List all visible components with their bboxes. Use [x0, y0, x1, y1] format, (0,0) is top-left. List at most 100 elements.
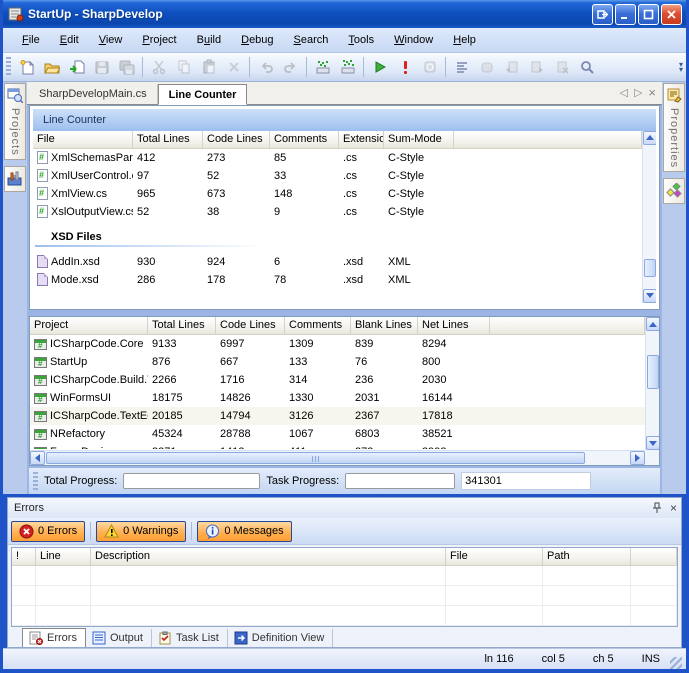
table-row[interactable]: ICSharpCode.TextEditor201851479431262367… [30, 407, 645, 425]
scroll-thumb[interactable] [647, 355, 659, 389]
menu-edit[interactable]: Edit [51, 31, 88, 49]
row-value-cell: 930 [133, 256, 203, 268]
scroll-right-icon[interactable] [630, 451, 645, 465]
menu-build[interactable]: Build [188, 31, 230, 49]
new-file-button[interactable] [14, 55, 39, 79]
row-value-cell: 800 [418, 356, 490, 368]
menu-window[interactable]: Window [385, 31, 442, 49]
column-header-code-lines[interactable]: Code Lines [216, 317, 285, 335]
table-row[interactable]: XmlSchemasPanel.cs41227385.csC-Style [33, 149, 642, 167]
project-icon [34, 375, 47, 386]
xsd-file-icon [37, 255, 48, 268]
row-value-cell: 9 [270, 206, 339, 218]
menu-tools[interactable]: Tools [339, 31, 383, 49]
scroll-thumb[interactable] [644, 259, 656, 277]
open-project-button[interactable] [64, 55, 89, 79]
filter-0-messages-button[interactable]: 0 Messages [197, 521, 291, 542]
total-progress-bar [123, 473, 260, 489]
line-counter-header: Line Counter [33, 109, 656, 131]
menu-help[interactable]: Help [444, 31, 485, 49]
menu-project[interactable]: Project [133, 31, 185, 49]
grip-handle[interactable] [33, 472, 38, 490]
bottom-tab-output[interactable]: Output [86, 629, 152, 647]
scroll-up-icon[interactable] [646, 317, 660, 331]
defview-tab-icon [234, 631, 248, 645]
tab-close-icon[interactable]: × [648, 85, 656, 100]
undock-button[interactable] [592, 4, 613, 25]
build-button[interactable] [310, 55, 335, 79]
sidebar-tab-properties[interactable]: Properties [663, 83, 685, 172]
toolbar-overflow-button[interactable]: ▾▾ [676, 55, 686, 79]
row-value-cell: 1067 [285, 428, 351, 440]
column-header-line[interactable]: Line [36, 548, 91, 566]
projects-hscrollbar[interactable] [30, 450, 645, 465]
column-header-total-lines[interactable]: Total Lines [133, 131, 203, 149]
menu-search[interactable]: Search [285, 31, 338, 49]
sidebar-tab-projects[interactable]: Projects [4, 83, 26, 160]
table-row[interactable]: XmlUserControl.cs975233.csC-Style [33, 167, 642, 185]
column-header-description[interactable]: Description [91, 548, 446, 566]
bottom-tab-definition-view[interactable]: Definition View [228, 629, 334, 647]
column-header-blank-lines[interactable]: Blank Lines [351, 317, 418, 335]
sidebar-tab-classes[interactable] [663, 178, 685, 204]
scroll-down-icon[interactable] [646, 436, 660, 450]
scroll-down-icon[interactable] [643, 289, 656, 303]
sidebar-tab-tools[interactable] [4, 166, 26, 192]
build-all-button[interactable] [335, 55, 360, 79]
column-header-comments[interactable]: Comments [270, 131, 339, 149]
cut-button [146, 55, 171, 79]
toolbar-grip[interactable] [6, 57, 11, 77]
column-header-comments[interactable]: Comments [285, 317, 351, 335]
title-bar[interactable]: StartUp - SharpDevelop [3, 0, 686, 28]
close-button[interactable] [661, 4, 682, 25]
close-panel-icon[interactable]: × [670, 501, 677, 515]
table-row[interactable]: NRefactory45324287881067680338521 [30, 425, 645, 443]
open-file-button[interactable] [39, 55, 64, 79]
bottom-tab-task-list[interactable]: Task List [152, 629, 228, 647]
projects-scrollbar[interactable] [645, 317, 659, 450]
minimize-button[interactable] [615, 4, 636, 25]
column-header-extension[interactable]: Extension [339, 131, 384, 149]
bottom-tab-errors[interactable]: Errors [22, 628, 86, 647]
table-row[interactable]: FormsDesigner337114134113732998 [30, 443, 645, 449]
run-button[interactable] [367, 55, 392, 79]
column-header-path[interactable]: Path [543, 548, 631, 566]
column-header-file[interactable]: File [33, 131, 133, 149]
row-label-cell: XmlView.cs [33, 187, 133, 200]
tab-line-counter[interactable]: Line Counter [158, 84, 248, 105]
menu-file[interactable]: File [13, 31, 49, 49]
column-header-[interactable]: ! [12, 548, 36, 566]
maximize-button[interactable] [638, 4, 659, 25]
empty-cell [446, 566, 543, 586]
table-row[interactable]: AddIn.xsd9309246.xsdXML [33, 253, 642, 271]
scroll-left-icon[interactable] [30, 451, 45, 465]
menu-view[interactable]: View [90, 31, 132, 49]
menu-debug[interactable]: Debug [232, 31, 282, 49]
resize-grip[interactable] [670, 657, 682, 669]
table-row[interactable]: Mode.xsd28617878.xsdXML [33, 271, 642, 289]
pin-icon[interactable] [652, 502, 662, 514]
table-row[interactable]: ICSharpCode.Build.Tasks22661716314236203… [30, 371, 645, 389]
column-header-code-lines[interactable]: Code Lines [203, 131, 270, 149]
column-header-total-lines[interactable]: Total Lines [148, 317, 216, 335]
tab-scroll-right-icon[interactable]: ▷ [634, 86, 642, 99]
filter-0-errors-button[interactable]: 0 Errors [11, 521, 85, 542]
column-header-file[interactable]: File [446, 548, 543, 566]
column-header-net-lines[interactable]: Net Lines [418, 317, 490, 335]
line-counter-scrollbar[interactable] [642, 131, 656, 303]
filter-0-warnings-button[interactable]: 0 Warnings [96, 521, 186, 542]
table-row[interactable]: XslOutputView.cs52389.csC-Style [33, 203, 642, 221]
column-header-project[interactable]: Project [30, 317, 148, 335]
table-row[interactable]: StartUp87666713376800 [30, 353, 645, 371]
table-row[interactable]: WinFormsUI18175148261330203116144 [30, 389, 645, 407]
hscroll-thumb[interactable] [46, 452, 585, 464]
column-header-sum-mode[interactable]: Sum-Mode [384, 131, 454, 149]
search-button[interactable] [574, 55, 599, 79]
tab-scroll-left-icon[interactable]: ◁ [619, 86, 627, 99]
tab-sharpdevelopmain-cs[interactable]: SharpDevelopMain.cs [29, 84, 158, 104]
abort-build-button[interactable] [392, 55, 417, 79]
bookmark-list-button[interactable] [449, 55, 474, 79]
scroll-up-icon[interactable] [643, 131, 656, 145]
table-row[interactable]: XmlView.cs965673148.csC-Style [33, 185, 642, 203]
table-row[interactable]: ICSharpCode.Core9133699713098398294 [30, 335, 645, 353]
